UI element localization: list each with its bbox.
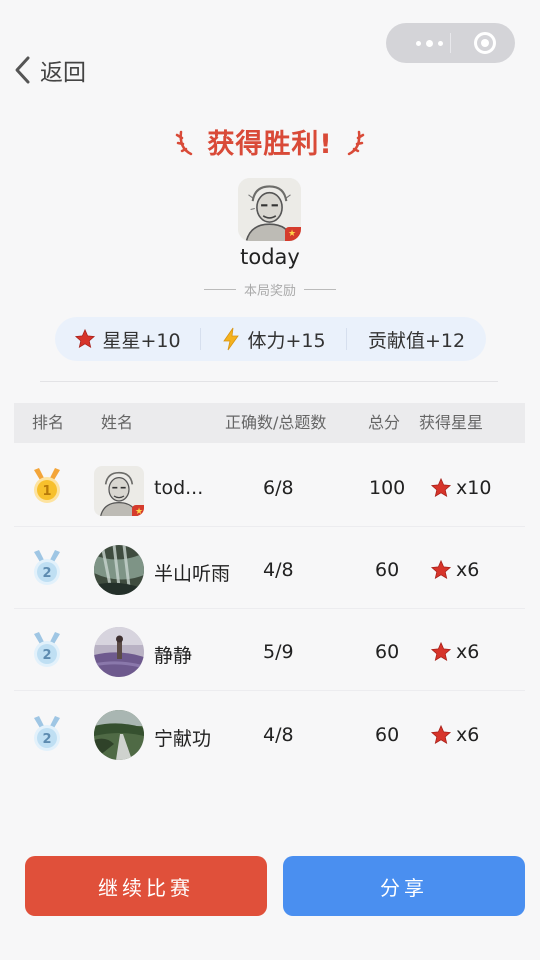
- chevron-left-icon: [15, 56, 30, 84]
- ranking-table-header: 排名 姓名 正确数/总题数 总分 获得星星: [14, 403, 525, 443]
- table-row[interactable]: 2 宁献功 4/8 60 x6: [14, 690, 525, 772]
- correct-count: 4/8: [263, 724, 294, 746]
- table-row[interactable]: 2 半山听雨 4/8 60 x6: [14, 526, 525, 609]
- share-button[interactable]: 分享: [283, 856, 525, 916]
- victory-title: 获得胜利!: [207, 129, 333, 160]
- avatar: [94, 466, 144, 516]
- gold-medal-icon: 1: [34, 468, 60, 503]
- laurel-right-icon: [347, 130, 364, 155]
- back-button[interactable]: 返回: [12, 52, 86, 88]
- header-rank: 排名: [32, 413, 65, 432]
- star-icon: [430, 641, 452, 662]
- stars-count: x6: [456, 641, 480, 663]
- table-row[interactable]: 2 静静 5/9 60 x6: [14, 608, 525, 691]
- silver-medal-icon: 2: [34, 632, 60, 667]
- silver-medal-icon: 2: [34, 716, 60, 751]
- total-score: 60: [375, 559, 400, 581]
- star-icon: [430, 724, 452, 745]
- stars-count: x6: [456, 724, 480, 746]
- more-menu-icon[interactable]: [406, 35, 452, 51]
- stars-earned: x6: [430, 559, 479, 581]
- flag-badge-icon: [285, 227, 301, 241]
- correct-count: 6/8: [263, 477, 294, 499]
- medal-rank: 2: [42, 732, 51, 747]
- player-name: today: [240, 245, 300, 269]
- total-score: 60: [375, 724, 400, 746]
- back-label: 返回: [40, 59, 86, 85]
- divider-line: [304, 289, 336, 290]
- medal-rank: 2: [42, 566, 51, 581]
- correct-count: 4/8: [263, 559, 294, 581]
- player-name: 宁献功: [154, 728, 212, 750]
- correct-count: 5/9: [263, 641, 294, 663]
- table-row[interactable]: 1 tod... 6/8 100 x10: [14, 444, 525, 527]
- reward-contribution: 贡献值+12: [347, 317, 486, 361]
- stars-earned: x6: [430, 724, 479, 746]
- road-photo-image: [94, 710, 144, 760]
- victory-header: 获得胜利!: [0, 122, 540, 161]
- reward-section-title: 本局奖励: [0, 280, 540, 299]
- mini-program-capsule: [386, 23, 515, 63]
- reward-stamina-label: 体力+15: [247, 329, 326, 352]
- reward-stars: 星星+10: [55, 317, 200, 361]
- waterfall-photo-image: [94, 545, 144, 595]
- total-score: 100: [369, 477, 406, 499]
- avatar: [94, 710, 144, 760]
- star-icon: [430, 559, 452, 580]
- stars-earned: x6: [430, 641, 479, 663]
- reward-stamina: 体力+15: [200, 327, 347, 352]
- reward-contribution-label: 贡献值+12: [367, 329, 466, 352]
- close-program-icon[interactable]: [474, 32, 496, 54]
- star-icon: [430, 477, 452, 498]
- stars-count: x10: [456, 477, 492, 499]
- flag-badge-icon: [132, 505, 144, 516]
- reward-stars-label: 星星+10: [102, 329, 181, 352]
- star-icon: [74, 328, 96, 350]
- silver-medal-icon: 2: [34, 550, 60, 585]
- avatar: [94, 627, 144, 677]
- lavender-photo-image: [94, 627, 144, 677]
- section-divider: [40, 381, 498, 382]
- player-avatar: [238, 178, 301, 241]
- player-name: 半山听雨: [154, 563, 231, 585]
- divider-line: [203, 289, 236, 290]
- header-correct: 正确数/总题数: [225, 413, 327, 432]
- header-score: 总分: [368, 413, 401, 432]
- header-name: 姓名: [101, 413, 134, 432]
- avatar: [94, 545, 144, 595]
- rewards-bar: 星星+10 体力+15 贡献值+12: [55, 317, 486, 361]
- total-score: 60: [375, 641, 400, 663]
- player-name: 静静: [154, 645, 193, 667]
- header-stars: 获得星星: [419, 413, 484, 432]
- medal-rank: 1: [42, 484, 51, 499]
- capsule-divider: [450, 33, 451, 53]
- stars-earned: x10: [430, 477, 491, 499]
- player-name: tod...: [154, 477, 204, 499]
- stars-count: x6: [456, 559, 480, 581]
- laurel-left-icon: [176, 130, 193, 155]
- medal-rank: 2: [42, 648, 51, 663]
- continue-match-button[interactable]: 继续比赛: [25, 856, 267, 916]
- reward-section-label: 本局奖励: [243, 284, 296, 299]
- lightning-icon: [221, 327, 241, 351]
